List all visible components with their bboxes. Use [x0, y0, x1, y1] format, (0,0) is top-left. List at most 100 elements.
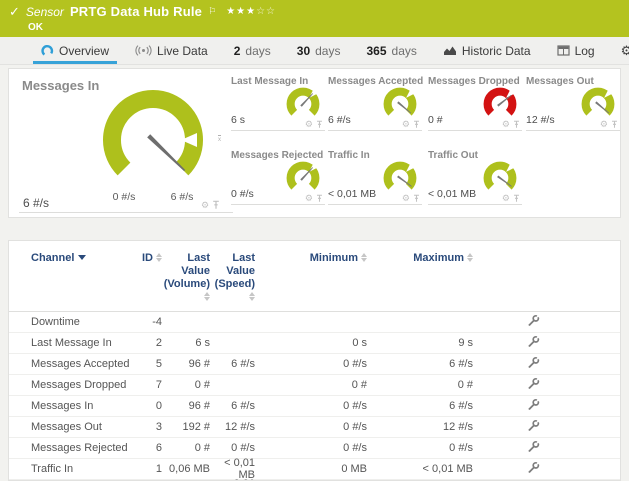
gauge-pin-icon[interactable]	[413, 120, 420, 129]
gauge-settings-gear-icon[interactable]: ⚙	[502, 120, 510, 129]
header-channel[interactable]: Channel	[31, 252, 137, 265]
divider	[19, 212, 233, 213]
tab-2-days[interactable]: 2 days	[221, 37, 284, 64]
gauge-settings-gear-icon[interactable]: ⚙	[600, 120, 608, 129]
gauge-tile-messages-rejected: Messages Rejected 0 #/s ⚙	[231, 150, 323, 214]
main-gauge-title: Messages In	[22, 78, 99, 93]
cell-maximum: 12 #/s	[367, 421, 473, 433]
settings-gear-icon: ⚙	[621, 44, 629, 57]
channel-row: Messages Accepted 5 96 # 6 #/s 0 #/s 6 #…	[9, 354, 620, 375]
divider	[231, 130, 325, 131]
tab-label: Log	[575, 44, 595, 58]
tab-settings[interactable]: ⚙ Settings	[608, 37, 629, 64]
cell-channel: Messages Rejected	[31, 442, 137, 454]
cell-last-value-volume: 192 #	[162, 421, 210, 433]
gauge-pin-icon[interactable]	[513, 120, 520, 129]
gauge-settings-gear-icon[interactable]: ⚙	[305, 194, 313, 203]
header-last-value-volume[interactable]: Last Value(Volume)	[162, 252, 210, 304]
cell-id: 0	[137, 400, 162, 412]
live-data-broadcast-icon	[135, 45, 152, 56]
channel-settings-wrench-icon[interactable]	[527, 377, 540, 393]
tab-label: Live Data	[157, 44, 208, 58]
status-ok-check-icon: ✓	[9, 5, 20, 19]
channel-settings-wrench-icon[interactable]	[527, 419, 540, 435]
cell-id: 3	[137, 421, 162, 433]
divider	[428, 204, 522, 205]
log-table-icon	[557, 45, 570, 56]
divider	[231, 204, 325, 205]
small-gauge	[578, 84, 618, 124]
tile-value: < 0,01 MB	[328, 188, 376, 200]
tab-live-data[interactable]: Live Data	[122, 37, 221, 64]
header-last-value-speed[interactable]: Last Value(Speed)	[210, 252, 255, 304]
tab-365-days[interactable]: 365 days	[353, 37, 429, 64]
tile-value: 12 #/s	[526, 114, 555, 126]
gauge-pin-icon[interactable]	[513, 194, 520, 203]
sort-arrows-icon	[249, 292, 255, 301]
tile-value: < 0,01 MB	[428, 188, 476, 200]
gauge-pin-icon[interactable]	[413, 194, 420, 203]
priority-stars[interactable]: ★★★☆☆	[226, 5, 276, 19]
tab-historic-data[interactable]: Historic Data	[430, 37, 544, 64]
channel-settings-wrench-icon[interactable]	[527, 335, 540, 351]
divider	[328, 130, 422, 131]
tab-label: days	[315, 44, 340, 58]
header-maximum[interactable]: Maximum	[367, 252, 473, 265]
tile-value: 6 s	[231, 114, 245, 126]
gauge-settings-gear-icon[interactable]: ⚙	[402, 194, 410, 203]
sensor-title[interactable]: PRTG Data Hub Rule	[70, 5, 202, 19]
cell-id: 6	[137, 442, 162, 454]
main-gauge-needle	[147, 134, 186, 172]
cell-last-value-speed: 6 #/s	[210, 400, 255, 412]
cell-channel: Downtime	[31, 316, 137, 328]
divider	[526, 130, 620, 131]
cell-channel: Last Message In	[31, 337, 137, 349]
gauge-settings-gear-icon[interactable]: ⚙	[305, 120, 313, 129]
cell-last-value-volume: 0,06 MB	[162, 463, 210, 475]
small-gauge	[283, 84, 323, 124]
channel-settings-wrench-icon[interactable]	[527, 314, 540, 330]
gauge-settings-gear-icon[interactable]: ⚙	[502, 194, 510, 203]
stars-filled: ★★★	[226, 6, 256, 17]
small-gauge	[283, 158, 323, 198]
channel-row: Traffic In 1 0,06 MB < 0,01 MB 0 MB < 0,…	[9, 459, 620, 480]
cell-minimum: 0 #/s	[255, 400, 367, 412]
gauge-tile-messages-out: Messages Out 12 #/s ⚙	[526, 76, 618, 140]
overview-gauge-icon	[41, 44, 54, 57]
gauge-pin-icon[interactable]	[316, 194, 323, 203]
gauge-pin-icon[interactable]	[611, 120, 618, 129]
gauge-pin-icon[interactable]	[212, 200, 220, 210]
cell-channel: Messages Dropped	[31, 379, 137, 391]
tab-log[interactable]: Log	[544, 37, 608, 64]
flag-icon[interactable]: ⚐	[208, 4, 216, 18]
channel-settings-wrench-icon[interactable]	[527, 356, 540, 372]
channel-settings-wrench-icon[interactable]	[527, 398, 540, 414]
cell-id: 7	[137, 379, 162, 391]
cell-minimum: 0 MB	[255, 463, 367, 475]
gauge-tile-traffic-in: Traffic In < 0,01 MB ⚙	[328, 150, 420, 214]
tab-overview[interactable]: Overview	[28, 37, 122, 64]
tile-value: 0 #/s	[231, 188, 254, 200]
gauge-settings-gear-icon[interactable]: ⚙	[201, 201, 209, 210]
tab-30-days[interactable]: 30 days	[284, 37, 354, 64]
header-id[interactable]: ID	[137, 252, 162, 265]
main-gauge-scale-max: 6 #/s	[160, 191, 204, 203]
cell-maximum: 0 #/s	[367, 442, 473, 454]
channel-settings-wrench-icon[interactable]	[527, 461, 540, 477]
channel-table-body: Downtime -4 Last Message In 2	[9, 312, 620, 481]
cell-minimum: 0 #	[255, 379, 367, 391]
cell-last-value-speed: 0 #/s	[210, 442, 255, 454]
cell-maximum: 0 #	[367, 379, 473, 391]
channel-settings-wrench-icon[interactable]	[527, 440, 540, 456]
cell-maximum: 9 s	[367, 337, 473, 349]
cell-id: 2	[137, 337, 162, 349]
channel-row: Messages Dropped 7 0 # 0 # 0 #	[9, 375, 620, 396]
gauge-settings-gear-icon[interactable]: ⚙	[402, 120, 410, 129]
main-gauge	[93, 86, 213, 192]
header-minimum[interactable]: Minimum	[255, 252, 367, 265]
cell-maximum: 6 #/s	[367, 400, 473, 412]
cell-last-value-volume: 0 #	[162, 379, 210, 391]
cell-channel: Messages Accepted	[31, 358, 137, 370]
gauge-tile-messages-dropped: Messages Dropped 0 # ⚙	[428, 76, 520, 140]
gauge-pin-icon[interactable]	[316, 120, 323, 129]
